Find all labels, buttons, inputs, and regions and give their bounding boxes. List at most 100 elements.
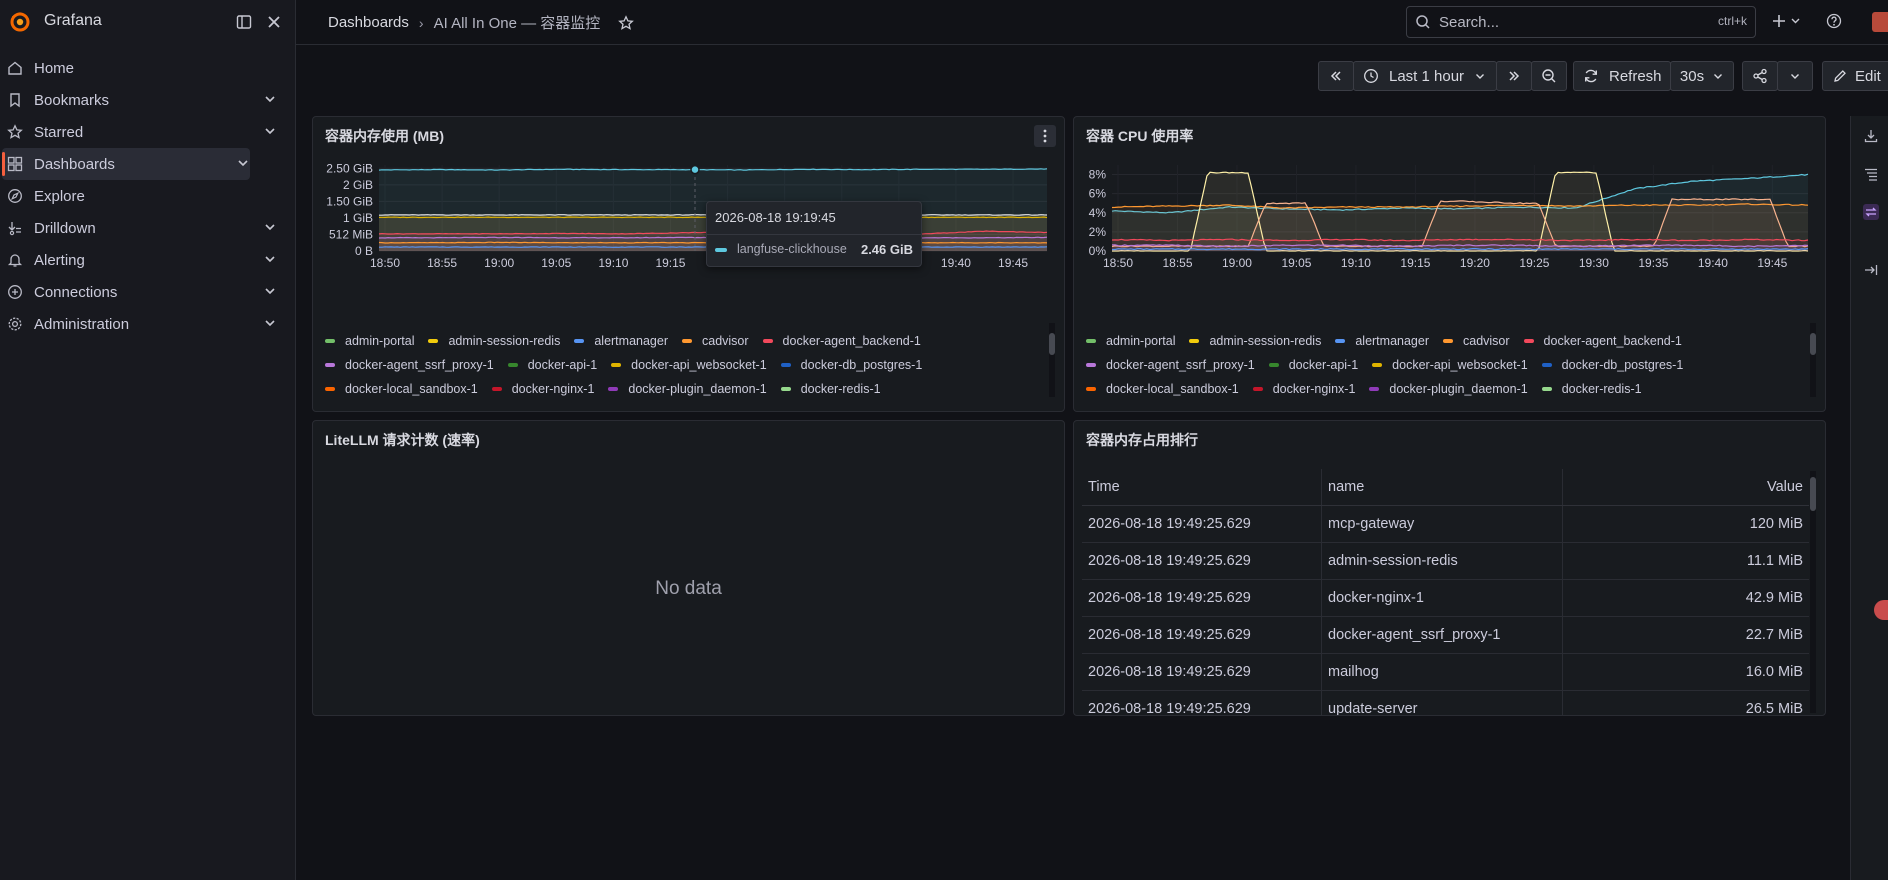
download-icon[interactable] bbox=[1863, 128, 1879, 144]
legend-row: admin-portal admin-session-redis alertmana… bbox=[325, 329, 1045, 353]
legend-label: cadvisor bbox=[1463, 334, 1510, 348]
legend-item[interactable]: docker-db_postgres-1 bbox=[1541, 358, 1683, 372]
feedback-widget-icon[interactable] bbox=[1874, 600, 1888, 620]
legend-swatch bbox=[780, 387, 791, 391]
legend-item[interactable]: admin-portal bbox=[325, 334, 414, 348]
nav-item-bookmarks[interactable]: Bookmarks bbox=[0, 84, 291, 116]
nav-item-connections[interactable]: Connections bbox=[0, 276, 291, 308]
search-bar[interactable]: ctrl+k bbox=[1406, 6, 1756, 38]
table-row[interactable]: 2026-08-18 19:49:25.629 docker-agent_ssrf… bbox=[1082, 616, 1809, 654]
legend-item[interactable]: docker-plugin_daemon-1 bbox=[608, 382, 767, 396]
new-plus-dropdown[interactable] bbox=[1770, 11, 1806, 31]
table-row[interactable]: 2026-08-18 19:49:25.629 mailhog 16.0 MiB bbox=[1082, 653, 1809, 691]
search-input[interactable] bbox=[1437, 11, 1691, 33]
chevron-down-icon[interactable] bbox=[263, 124, 277, 138]
legend-item[interactable]: docker-nginx-1 bbox=[1252, 382, 1355, 396]
legend-item[interactable]: docker-db_postgres-1 bbox=[780, 358, 922, 372]
table-scrollbar[interactable] bbox=[1810, 471, 1816, 713]
nav-item-alerting[interactable]: Alerting bbox=[0, 244, 291, 276]
zoom-out-button[interactable] bbox=[1531, 61, 1567, 91]
legend-item[interactable]: docker-api_websocket-1 bbox=[1372, 358, 1528, 372]
x-tick-label: 19:40 bbox=[941, 256, 971, 270]
cell-value: 120 MiB bbox=[1562, 505, 1809, 543]
refresh-button[interactable]: Refresh bbox=[1573, 61, 1671, 91]
table-row[interactable]: 2026-08-18 19:49:25.629 docker-nginx-1 42.… bbox=[1082, 579, 1809, 617]
outline-list-icon[interactable] bbox=[1863, 166, 1879, 182]
memory-usage-panel[interactable]: 容器内存使用 (MB) 0 B 512 MiB 1 GiB 1.50 GiB 2 GiB… bbox=[312, 116, 1065, 412]
table-row[interactable]: 2026-08-18 19:49:25.629 mcp-gateway 120 Mi… bbox=[1082, 505, 1809, 543]
legend-item[interactable]: docker-api-1 bbox=[507, 358, 597, 372]
legend-item[interactable]: docker-redis-1 bbox=[780, 382, 881, 396]
close-menu-icon[interactable] bbox=[262, 10, 286, 34]
legend-item[interactable]: cadvisor bbox=[1443, 334, 1510, 348]
dock-menu-icon[interactable] bbox=[232, 10, 256, 34]
nav-item-dashboards[interactable]: Dashboards bbox=[2, 148, 250, 180]
ranking-table: Time name Value 2026-08-18 19:49:25.629 m… bbox=[1082, 469, 1809, 715]
chevron-down-icon[interactable] bbox=[263, 92, 277, 106]
collapse-right-icon[interactable] bbox=[1863, 262, 1879, 278]
grafana-logo-icon[interactable] bbox=[8, 10, 32, 34]
chevron-down-icon[interactable] bbox=[263, 252, 277, 266]
clock-icon bbox=[1364, 69, 1378, 83]
chevron-down-icon[interactable] bbox=[236, 156, 250, 170]
refresh-interval-picker[interactable]: 30s bbox=[1670, 61, 1734, 91]
user-avatar[interactable] bbox=[1872, 12, 1888, 32]
help-icon[interactable] bbox=[1824, 11, 1844, 31]
nav-item-label: Bookmarks bbox=[34, 91, 110, 109]
column-header-time[interactable]: Time bbox=[1082, 469, 1322, 506]
legend-item[interactable]: docker-nginx-1 bbox=[491, 382, 594, 396]
time-shift-forward-button[interactable] bbox=[1496, 61, 1532, 91]
legend-item[interactable]: docker-agent_backend-1 bbox=[1523, 334, 1682, 348]
time-shift-back-button[interactable] bbox=[1318, 61, 1354, 91]
nav-item-drilldown[interactable]: Drilldown bbox=[0, 212, 291, 244]
memory-timeseries-chart[interactable]: 0 B512 MiB1 GiB1.50 GiB2 GiB2.50 GiB18:5… bbox=[313, 153, 1065, 323]
share-options-dropdown[interactable] bbox=[1777, 61, 1813, 91]
transform-icon[interactable] bbox=[1863, 204, 1879, 220]
legend-item[interactable]: docker-agent_ssrf_proxy-1 bbox=[1086, 358, 1255, 372]
nav-item-explore[interactable]: Explore bbox=[0, 180, 291, 212]
double-chevron-left-icon bbox=[1330, 71, 1341, 81]
cpu-timeseries-chart[interactable]: 0%2%4%6%8%18:50 18:55 19:00 19:05 19:10 19:15… bbox=[1074, 153, 1826, 323]
legend-scrollbar[interactable] bbox=[1810, 323, 1816, 397]
legend-scrollbar[interactable] bbox=[1049, 323, 1055, 397]
memory-ranking-panel[interactable]: 容器内存占用排行 Time name Value 2026-08-18 19:4… bbox=[1073, 420, 1826, 716]
legend-item[interactable]: docker-plugin_daemon-1 bbox=[1369, 382, 1528, 396]
legend-item[interactable]: cadvisor bbox=[682, 334, 749, 348]
legend-item[interactable]: docker-local_sandbox-1 bbox=[325, 382, 478, 396]
cell-name: mcp-gateway bbox=[1321, 505, 1563, 543]
legend-item[interactable]: docker-api_websocket-1 bbox=[611, 358, 767, 372]
litellm-request-panel[interactable]: LiteLLM 请求计数 (速率) No data bbox=[312, 420, 1065, 716]
cpu-usage-panel[interactable]: 容器 CPU 使用率 0% 2% 4% 6% 8% 18:50 18:55 19:00 19:0… bbox=[1073, 116, 1826, 412]
column-header-value[interactable]: Value bbox=[1562, 469, 1809, 506]
breadcrumb-dashboards-link[interactable]: Dashboards bbox=[328, 14, 409, 31]
chevron-down-icon[interactable] bbox=[263, 284, 277, 298]
column-header-name[interactable]: name bbox=[1321, 469, 1563, 506]
legend-item[interactable]: docker-redis-1 bbox=[1541, 382, 1642, 396]
table-row[interactable]: 2026-08-18 19:49:25.629 update-server 26.5… bbox=[1082, 690, 1809, 715]
table-row[interactable]: 2026-08-18 19:49:25.629 admin-session-red… bbox=[1082, 542, 1809, 580]
chevron-down-icon[interactable] bbox=[263, 220, 277, 234]
legend-item[interactable]: docker-local_sandbox-1 bbox=[1086, 382, 1239, 396]
legend-item[interactable]: admin-portal bbox=[1086, 334, 1175, 348]
drilldown-icon bbox=[6, 219, 24, 237]
nav-item-administration[interactable]: Administration bbox=[0, 308, 291, 340]
legend-item[interactable]: docker-agent_backend-1 bbox=[762, 334, 921, 348]
edit-button[interactable]: Edit bbox=[1822, 61, 1888, 91]
nav-item-starred[interactable]: Starred bbox=[0, 116, 291, 148]
legend-item[interactable]: alertmanager bbox=[1335, 334, 1429, 348]
legend-item[interactable]: admin-session-redis bbox=[1189, 334, 1321, 348]
legend-swatch bbox=[1086, 387, 1096, 391]
legend-item[interactable]: alertmanager bbox=[574, 334, 668, 348]
nav-item-home[interactable]: Home bbox=[0, 52, 291, 84]
chevron-down-icon[interactable] bbox=[263, 316, 277, 330]
panel-menu-button[interactable] bbox=[1034, 125, 1056, 147]
legend-item[interactable]: admin-session-redis bbox=[428, 334, 560, 348]
time-range-picker[interactable]: Last 1 hour bbox=[1353, 61, 1497, 91]
star-icon[interactable] bbox=[618, 14, 635, 31]
chevron-down-icon bbox=[1714, 74, 1723, 79]
share-button[interactable] bbox=[1742, 61, 1778, 91]
legend-item[interactable]: docker-agent_ssrf_proxy-1 bbox=[325, 358, 494, 372]
legend-item[interactable]: docker-api-1 bbox=[1268, 358, 1358, 372]
legend-swatch bbox=[608, 387, 619, 391]
legend-label: docker-agent_ssrf_proxy-1 bbox=[1106, 358, 1255, 372]
